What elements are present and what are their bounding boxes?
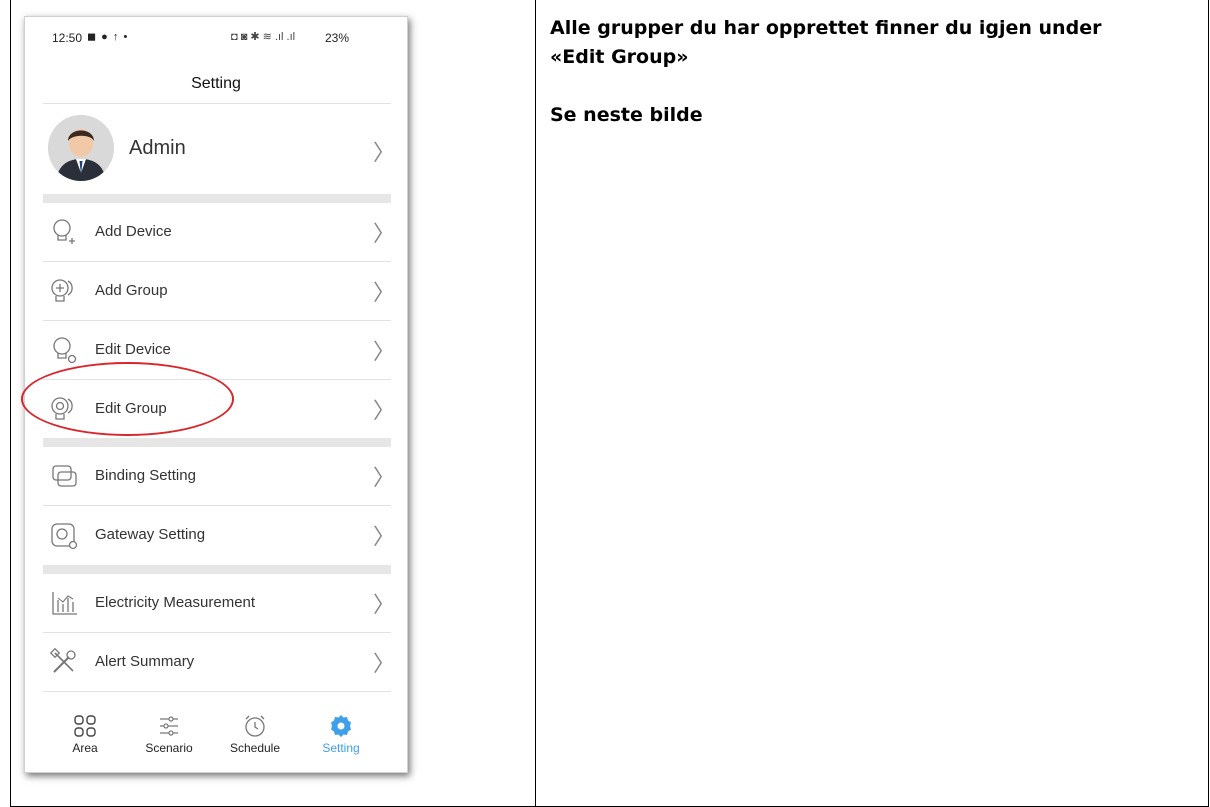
chevron-right-icon: 〉: [373, 340, 396, 365]
highlight-circle: [21, 362, 234, 436]
grid-icon: [74, 715, 96, 737]
chevron-right-icon: 〉: [373, 141, 396, 166]
bottom-tab-bar: Area Scenario Schedule Setting: [43, 695, 391, 769]
instruction-text: Alle grupper du har opprettet finner du …: [550, 14, 1190, 130]
gear-icon: [331, 715, 351, 737]
menu-item-label: Alert Summary: [95, 653, 195, 670]
menu-item-binding-setting[interactable]: Binding Setting 〉: [43, 447, 395, 505]
status-time: 12:50: [52, 31, 83, 45]
chevron-right-icon: 〉: [373, 222, 396, 247]
divider: [43, 691, 391, 692]
chevron-right-icon: 〉: [373, 652, 396, 677]
section-gap: [43, 565, 391, 574]
chevron-right-icon: 〉: [373, 525, 396, 550]
header: Setting: [25, 53, 407, 103]
instruction-line-1: Alle grupper du har opprettet finner du …: [550, 17, 1102, 39]
column-divider: [535, 0, 536, 807]
chevron-right-icon: 〉: [373, 466, 396, 491]
menu-item-label: Add Device: [95, 223, 172, 240]
chevron-right-icon: 〉: [373, 281, 396, 306]
sliders-icon: [160, 716, 178, 736]
status-bar: 12:50 ◼ ● ↑ • ◘ ◙ ✱ ≋ .ıl .ıl 23%: [25, 17, 407, 53]
tab-schedule[interactable]: Schedule: [215, 713, 295, 755]
clock-icon: [245, 715, 265, 737]
section-gap: [43, 438, 391, 447]
section-gap: [43, 194, 391, 203]
bulb-gear-icon: [53, 337, 77, 364]
gateway-icon: [51, 523, 78, 550]
tab-label: Scenario: [145, 741, 193, 755]
chevron-right-icon: 〉: [373, 593, 396, 618]
tools-icon: [49, 647, 76, 673]
menu-item-add-group[interactable]: Add Group 〉: [43, 262, 395, 320]
menu-item-label: Add Group: [95, 282, 168, 299]
chevron-right-icon: 〉: [373, 399, 396, 424]
battery-level: 23%: [325, 31, 350, 45]
divider: [43, 103, 391, 104]
menu-item-alert-summary[interactable]: Alert Summary 〉: [43, 633, 395, 691]
electricity-chart-icon: [52, 592, 77, 615]
tab-scenario[interactable]: Scenario: [129, 713, 209, 755]
menu-item-label: Edit Device: [95, 341, 171, 358]
menu-item-label: Electricity Measurement: [95, 594, 256, 611]
status-right-icons: ◘ ◙ ✱ ≋ .ıl .ıl: [231, 31, 296, 43]
menu-item-electricity-measurement[interactable]: Electricity Measurement 〉: [43, 574, 395, 632]
tab-label: Setting: [322, 741, 360, 755]
profile-name: Admin: [129, 137, 186, 159]
avatar: [48, 115, 114, 181]
group-plus-icon: [51, 279, 73, 302]
menu-item-label: Gateway Setting: [95, 526, 206, 543]
menu-item-gateway-setting[interactable]: Gateway Setting 〉: [43, 506, 395, 564]
instruction-line-2: «Edit Group»: [550, 46, 689, 68]
tab-label: Area: [72, 741, 98, 755]
tab-area[interactable]: Area: [45, 713, 125, 755]
tab-label: Schedule: [229, 741, 281, 755]
status-left-icons: ◼ ● ↑ •: [87, 31, 129, 43]
instruction-line-3: Se neste bilde: [550, 104, 703, 126]
binding-icon: [52, 465, 77, 487]
bulb-plus-icon: [53, 219, 75, 244]
tab-setting[interactable]: Setting: [301, 713, 381, 755]
profile-row[interactable]: Admin 〉: [43, 105, 395, 195]
menu-item-add-device[interactable]: Add Device 〉: [43, 203, 395, 261]
page-title: Setting: [191, 75, 241, 92]
menu-item-label: Binding Setting: [95, 467, 196, 484]
